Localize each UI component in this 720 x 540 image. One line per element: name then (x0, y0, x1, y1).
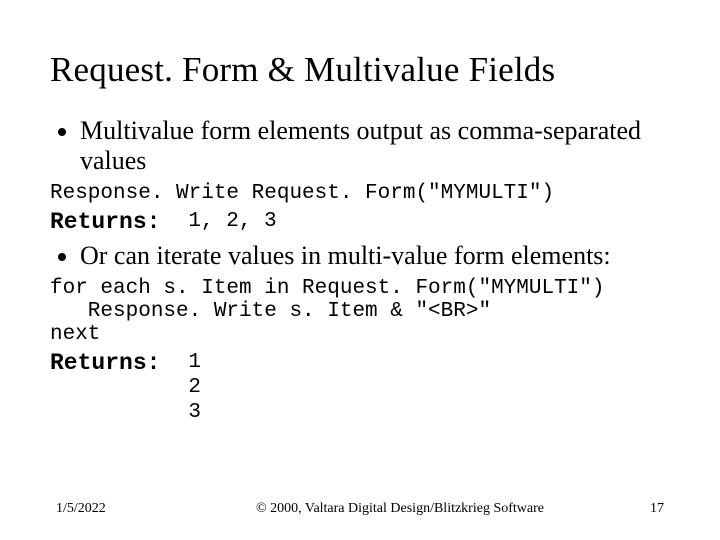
returns-block-2: Returns: 1 2 3 (50, 350, 670, 426)
footer-page-number: 17 (544, 501, 720, 517)
bullet-list-2: Or can iterate values in multi-value for… (50, 241, 670, 271)
bullet-list-1: Multivalue form elements output as comma… (50, 116, 670, 176)
slide: Request. Form & Multivalue Fields Multiv… (0, 0, 720, 540)
returns-label: Returns: (50, 350, 160, 376)
code-line: next (50, 323, 670, 346)
slide-title: Request. Form & Multivalue Fields (50, 50, 670, 90)
footer-copyright: © 2000, Valtara Digital Design/Blitzkrie… (256, 501, 544, 518)
returns-value: 1 2 3 (188, 350, 201, 426)
slide-footer: 1/5/2022 © 2000, Valtara Digital Design/… (0, 501, 720, 518)
code-line: Response. Write s. Item & "<BR>" (50, 300, 670, 323)
bullet-item: Multivalue form elements output as comma… (80, 116, 670, 176)
footer-date: 1/5/2022 (0, 501, 256, 517)
code-line: for each s. Item in Request. Form("MYMUL… (50, 277, 670, 300)
returns-block-1: Returns: 1, 2, 3 (50, 209, 670, 235)
returns-label: Returns: (50, 209, 160, 235)
bullet-item: Or can iterate values in multi-value for… (80, 241, 670, 271)
returns-value: 1, 2, 3 (188, 209, 276, 234)
code-line: Response. Write Request. Form("MYMULTI") (50, 182, 670, 205)
